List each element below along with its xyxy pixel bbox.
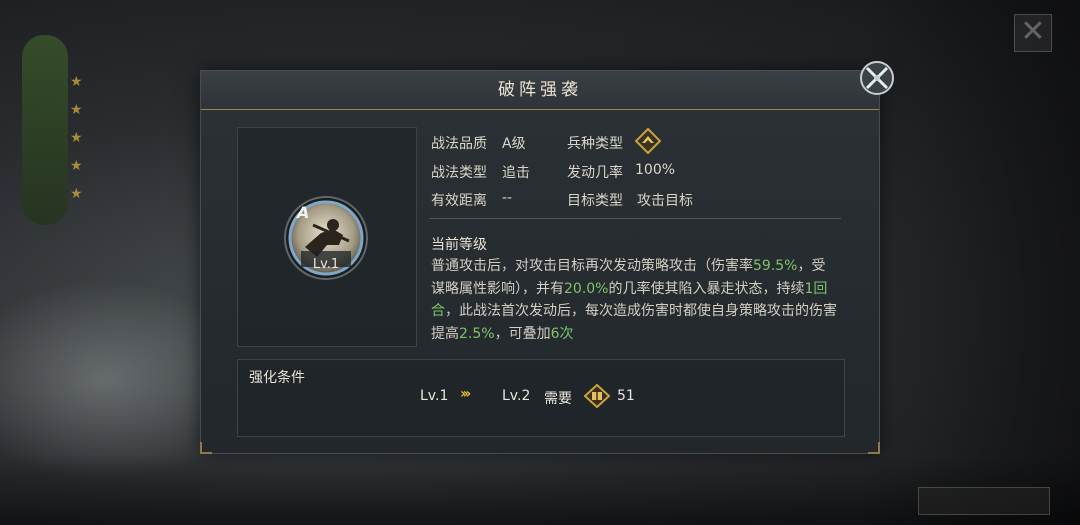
desc-highlight: 59.5%: [753, 258, 798, 274]
desc-highlight: 2.5%: [459, 325, 495, 342]
cavalry-emblem-icon: [634, 127, 662, 155]
desc-text: 普通攻击后，对攻击目标再次发动策略攻击（伤害率: [431, 258, 753, 274]
trigger-rate-value: 100%: [635, 162, 676, 178]
effective-range-label: 有效距离: [431, 193, 487, 209]
troop-type-label: 兵种类型: [567, 136, 623, 152]
desc-text: 的几率使其陷入暴走状态，持续: [608, 280, 805, 297]
skill-description: 普通攻击后，对攻击目标再次发动策略攻击（伤害率59.5%，受谋略属性影响），并有…: [431, 255, 839, 345]
corner-ornament: [868, 442, 880, 454]
skill-type-value: 追击: [502, 165, 530, 181]
quality-label: 战法品质: [431, 136, 487, 152]
skill-level-badge: Lv.1: [312, 257, 340, 272]
target-type-value: 攻击目标: [637, 193, 693, 209]
upgrade-to-level: Lv.2: [502, 388, 531, 404]
background-star-icon: ★: [70, 158, 83, 174]
target-type-label: 目标类型: [567, 193, 623, 209]
dialog-title: 破阵强袭: [498, 80, 582, 100]
upgrade-arrow-icon: ›››: [460, 386, 471, 402]
upgrade-need-label: 需要: [544, 391, 572, 407]
effective-range-value: --: [502, 190, 513, 206]
background-button: [918, 487, 1050, 515]
current-level-title: 当前等级: [431, 237, 487, 253]
desc-text: ，可叠加: [494, 325, 551, 342]
background-banner: [22, 35, 68, 225]
upgrade-cost-value: 51: [617, 388, 635, 404]
background-star-icon: ★: [70, 186, 83, 202]
battle-merit-token-icon: [583, 383, 611, 409]
desc-highlight: 6次: [550, 325, 574, 342]
background-close-icon: ✕: [1014, 14, 1052, 52]
dialog-header: 破阵强袭: [201, 71, 879, 110]
trigger-rate-label: 发动几率: [567, 165, 623, 181]
desc-highlight: 20.0%: [564, 280, 609, 297]
quality-value: A级: [502, 136, 526, 152]
skill-type-label: 战法类型: [431, 165, 487, 181]
background-star-icon: ★: [70, 74, 83, 90]
corner-ornament: [200, 442, 212, 454]
upgrade-panel: [237, 359, 845, 437]
skill-grade-letter: A: [297, 203, 310, 222]
upgrade-from-level: Lv.1: [420, 388, 449, 404]
crossed-swords-close-icon[interactable]: [858, 59, 896, 97]
skill-detail-dialog: 破阵强袭 A Lv.1 战法品质 A级 兵种类型 战法类型 追击 发动几率 10…: [200, 61, 894, 454]
upgrade-condition-label: 强化条件: [249, 370, 305, 386]
background-star-icon: ★: [70, 130, 83, 146]
background-star-icon: ★: [70, 102, 83, 118]
divider: [429, 218, 841, 219]
